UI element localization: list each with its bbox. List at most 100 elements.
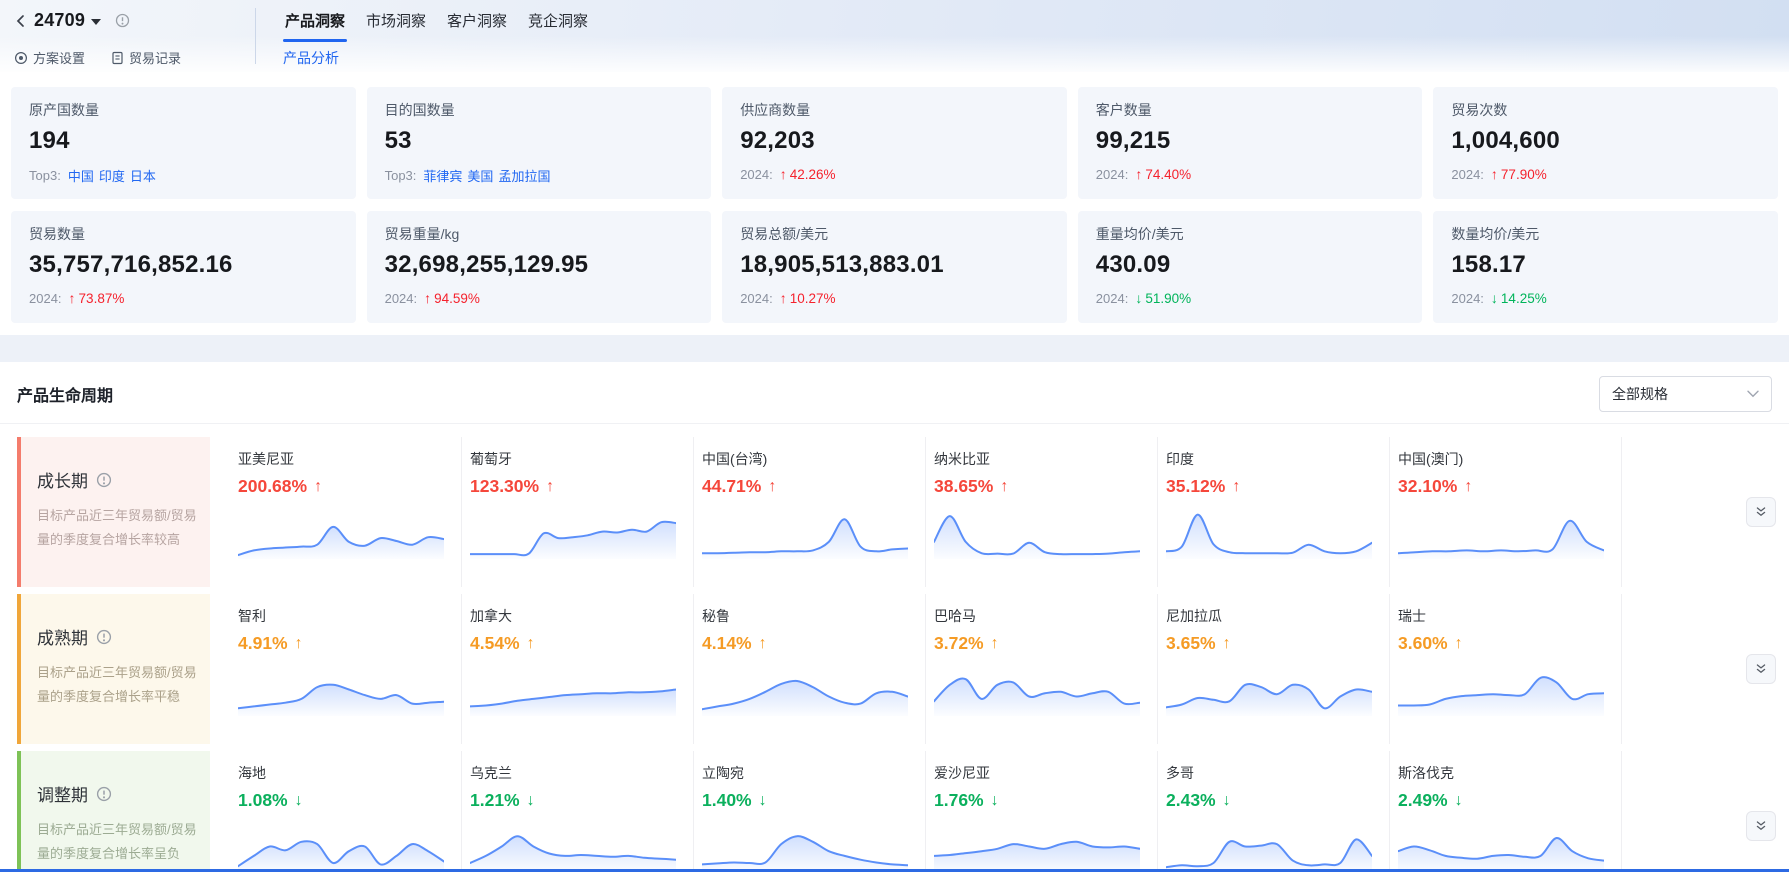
tab-product-insight[interactable]: 产品洞察	[283, 10, 347, 42]
country-trend-cell[interactable]: 中国(澳门)32.10%↑	[1390, 437, 1622, 587]
country-name: 亚美尼亚	[238, 449, 451, 469]
country-trend-cell[interactable]: 亚美尼亚 200.68% ↑	[230, 437, 462, 587]
country-trend-cell[interactable]: 多哥 2.43%↓	[1158, 751, 1390, 872]
lifecycle-header: 产品生命周期 全部规格	[0, 374, 1789, 414]
country-trend-cell[interactable]: 海地1.08%↓	[230, 751, 462, 872]
stat-card-value: 32,698,255,129.95	[385, 251, 694, 279]
expand-row-button[interactable]	[1746, 811, 1776, 841]
trend-sparkline	[1166, 660, 1372, 716]
country-name: 立陶宛	[702, 763, 915, 783]
country-trend-cell[interactable]: 纳米比亚 38.65%↑	[926, 437, 1158, 587]
country-growth: 38.65%↑	[934, 476, 1147, 497]
stat-card-label: 贸易重量/kg	[385, 224, 694, 244]
country-trend-cell[interactable]: 乌克兰1.21%↓	[462, 751, 694, 872]
stat-card-sub: Top3:中国印度日本	[29, 166, 338, 185]
country-growth: 4.54%↑	[470, 633, 683, 654]
expand-row-button[interactable]	[1746, 654, 1776, 684]
trend-up-icon: ↑	[295, 635, 303, 653]
plan-title-group: 24709	[14, 10, 130, 31]
country-trend-cell[interactable]: 巴哈马3.72%↑	[926, 594, 1158, 744]
top3-country-link[interactable]: 中国	[68, 166, 94, 185]
country-name: 多哥	[1166, 763, 1379, 783]
lifecycle-stage-card: 成长期目标产品近三年贸易额/贸易量的季度复合增长率较高	[17, 437, 210, 587]
trend-up-icon: ↑	[424, 290, 431, 306]
stat-card-value: 158.17	[1451, 251, 1760, 279]
yoy-year-label: 2024:	[29, 291, 62, 306]
country-trend-cell[interactable]: 立陶宛1.40%↓	[694, 751, 926, 872]
back-icon[interactable]	[14, 13, 28, 29]
yoy-year-label: 2024:	[1451, 167, 1484, 182]
yoy-percent: 73.87%	[79, 291, 125, 306]
country-growth: 3.60%↑	[1398, 633, 1611, 654]
trend-up-icon: ↑	[1232, 478, 1240, 496]
country-trend-cell[interactable]: 中国(台湾)44.71%↑	[694, 437, 926, 587]
expand-row-button[interactable]	[1746, 497, 1776, 527]
trend-up-icon: ↑	[780, 290, 787, 306]
trend-up-icon: ↑	[780, 166, 787, 182]
stage-title-row: 成熟期	[37, 624, 194, 649]
tab-competitor-insight[interactable]: 竞企洞察	[526, 10, 590, 42]
top3-country-link[interactable]: 印度	[99, 166, 125, 185]
country-trend-cell[interactable]: 尼加拉瓜3.65%↑	[1158, 594, 1390, 744]
growth-percent: 3.72%	[934, 633, 984, 654]
tab-market-insight[interactable]: 市场洞察	[364, 10, 428, 42]
country-trend-cell[interactable]: 印度 35.12% ↑	[1158, 437, 1390, 587]
trend-up-icon: ↑	[1223, 635, 1231, 653]
yoy-year-label: 2024:	[1451, 291, 1484, 306]
country-growth: 200.68% ↑	[238, 476, 451, 497]
trend-sparkline	[1398, 660, 1604, 716]
stat-card-label: 贸易总额/美元	[740, 224, 1049, 244]
country-trend-cell[interactable]: 瑞士3.60%↑	[1390, 594, 1622, 744]
country-growth: 1.21%↓	[470, 790, 683, 811]
info-icon[interactable]	[115, 13, 130, 28]
trend-sparkline	[470, 660, 676, 716]
country-growth: 2.43%↓	[1166, 790, 1379, 811]
country-trend-cell[interactable]: 加拿大4.54%↑	[462, 594, 694, 744]
chevron-down-icon	[1747, 390, 1759, 398]
country-name: 斯洛伐克	[1398, 763, 1611, 783]
country-trend-cell[interactable]: 斯洛伐克2.49%↓	[1390, 751, 1622, 872]
stat-card-value: 1,004,600	[1451, 127, 1760, 155]
spec-filter-select[interactable]: 全部规格	[1599, 376, 1772, 412]
country-trend-cell[interactable]: 秘鲁4.14%↑	[694, 594, 926, 744]
trend-up-icon: ↑	[1455, 635, 1463, 653]
top3-country-link[interactable]: 日本	[130, 166, 156, 185]
subtab-product-analysis[interactable]: 产品分析	[283, 48, 339, 68]
stat-card-sub: 2024:↑94.59%	[385, 290, 694, 306]
top3-country-link[interactable]: 孟加拉国	[498, 166, 550, 185]
top3-country-link[interactable]: 美国	[467, 166, 493, 185]
trade-records-link[interactable]: 贸易记录	[111, 48, 181, 67]
caret-down-icon[interactable]	[91, 19, 101, 25]
plan-settings-link[interactable]: 方案设置	[14, 48, 85, 67]
country-name: 海地	[238, 763, 451, 783]
info-icon[interactable]	[96, 786, 112, 802]
trend-sparkline	[934, 503, 1140, 559]
growth-percent: 35.12%	[1166, 476, 1225, 497]
yoy-percent: 74.40%	[1145, 167, 1191, 182]
country-name: 印度	[1166, 449, 1379, 469]
growth-percent: 200.68%	[238, 476, 307, 497]
tab-customer-insight[interactable]: 客户洞察	[445, 10, 509, 42]
growth-percent: 4.14%	[702, 633, 752, 654]
insight-tabs: 产品洞察 市场洞察 客户洞察 竞企洞察	[283, 10, 607, 42]
country-trend-cell[interactable]: 智利4.91%↑	[230, 594, 462, 744]
yoy-year-label: 2024:	[740, 291, 773, 306]
info-icon[interactable]	[96, 472, 112, 488]
stat-card: 贸易总额/美元18,905,513,883.012024:↑10.27%	[722, 211, 1067, 323]
info-icon[interactable]	[96, 629, 112, 645]
trend-down-icon: ↓	[295, 792, 303, 810]
country-trend-cell[interactable]: 爱沙尼亚1.76%↓	[926, 751, 1158, 872]
plan-title[interactable]: 24709	[34, 10, 85, 31]
trend-up-icon: ↑	[314, 478, 322, 496]
lifecycle-row: 成长期目标产品近三年贸易额/贸易量的季度复合增长率较高 亚美尼亚 200.68% ↑ 葡…	[0, 437, 1789, 587]
stat-card-label: 目的国数量	[385, 100, 694, 120]
growth-percent: 2.43%	[1166, 790, 1216, 811]
country-name: 纳米比亚	[934, 449, 1147, 469]
trend-sparkline	[934, 817, 1140, 872]
country-trend-cell[interactable]: 葡萄牙123.30%↑	[462, 437, 694, 587]
stat-card-value: 194	[29, 127, 338, 155]
top3-country-link[interactable]: 菲律宾	[423, 166, 462, 185]
header-divider	[255, 8, 256, 64]
trend-down-icon: ↓	[1491, 290, 1498, 306]
stat-card-label: 贸易数量	[29, 224, 338, 244]
